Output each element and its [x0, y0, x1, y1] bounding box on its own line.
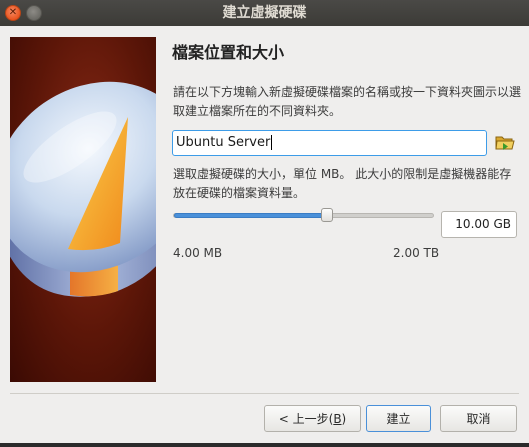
- folder-open-icon: [495, 136, 515, 150]
- choose-folder-button[interactable]: [494, 131, 516, 153]
- dialog-window: ✕ 建立虛擬硬碟 檔案位置和大小 請在以下方塊輸入新虛擬硬碟檔案的名稱或按一下資…: [0, 0, 529, 447]
- hard-disk-illustration: [10, 81, 156, 297]
- location-description: 請在以下方塊輸入新虛擬硬碟檔案的名稱或按一下資料夾圖示以選取建立檔案所在的不同資…: [173, 85, 522, 118]
- size-max-label: 2.00 TB: [393, 246, 440, 260]
- close-window-button[interactable]: ✕: [5, 5, 21, 21]
- size-description: 選取虛擬硬碟的大小，單位 MB。 此大小的限制是虛擬機器能存放在硬碟的檔案資料量…: [173, 167, 512, 200]
- size-input[interactable]: 10.00 GB: [441, 211, 517, 238]
- text-caret: [271, 135, 273, 150]
- size-slider-fill: [174, 213, 328, 218]
- cancel-button[interactable]: 取消: [440, 405, 517, 432]
- file-name-input[interactable]: Ubuntu Server: [172, 130, 487, 156]
- title-bar: ✕ 建立虛擬硬碟: [0, 0, 529, 26]
- size-slider-handle[interactable]: [320, 208, 333, 222]
- back-button-suffix: ): [341, 412, 347, 426]
- size-slider-track[interactable]: [173, 213, 434, 218]
- close-icon: ✕: [8, 7, 18, 18]
- back-button-mnemonic: B: [333, 412, 342, 426]
- back-button[interactable]: < 上一步(B): [264, 405, 361, 432]
- back-button-label: < 上一步(: [278, 412, 334, 426]
- window-title: 建立虛擬硬碟: [222, 5, 307, 21]
- page-title: 檔案位置和大小: [172, 43, 285, 62]
- wizard-disk-image: [10, 37, 156, 382]
- create-button[interactable]: 建立: [366, 405, 431, 432]
- button-separator: [10, 393, 519, 394]
- file-name-value: Ubuntu Server: [176, 135, 271, 150]
- window-bottom-edge: [0, 443, 529, 447]
- size-min-label: 4.00 MB: [173, 246, 223, 260]
- maximize-window-button[interactable]: [26, 5, 42, 21]
